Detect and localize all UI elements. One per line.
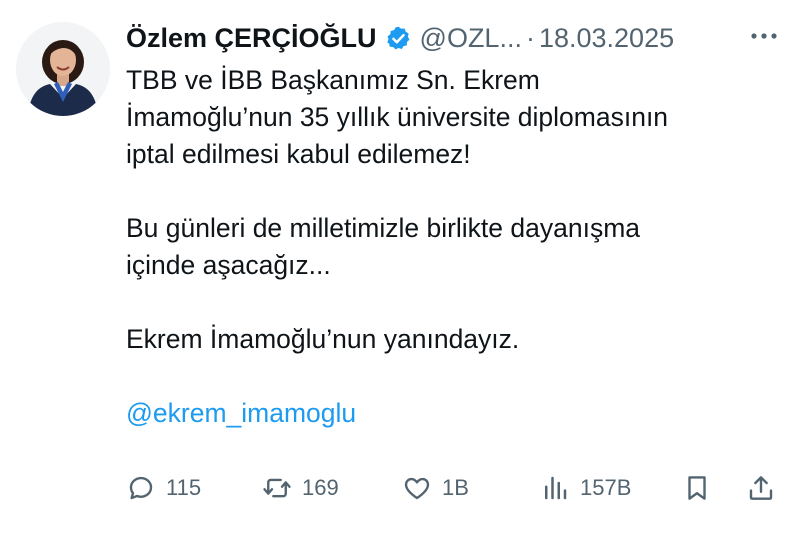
- retweet-button[interactable]: 169: [262, 468, 339, 508]
- tweet-line: İmamoğlu’nun 35 yıllık üniversite diplom…: [126, 102, 669, 132]
- reply-button[interactable]: 115: [126, 468, 201, 508]
- share-button[interactable]: [746, 468, 776, 508]
- separator-dot: ·: [525, 22, 535, 53]
- views-icon: [540, 473, 570, 503]
- tweet-line: Bu günleri de milletimizle birlikte daya…: [126, 213, 641, 243]
- share-icon: [746, 473, 776, 503]
- avatar[interactable]: [16, 22, 110, 116]
- bookmark-button[interactable]: [682, 468, 712, 508]
- retweet-count: 169: [302, 475, 339, 500]
- tweet-date[interactable]: 18.03.2025: [539, 23, 674, 54]
- retweet-icon: [262, 473, 292, 503]
- tweet-header: Özlem ÇERÇİOĞLU @OZL... · 18.03.2025: [126, 18, 674, 58]
- tweet-card: Özlem ÇERÇİOĞLU @OZL... · 18.03.2025 TBB…: [0, 0, 800, 551]
- action-bar: 115 169 1B 157B: [126, 468, 786, 508]
- author-name[interactable]: Özlem ÇERÇİOĞLU: [126, 23, 377, 54]
- tweet-line: TBB ve İBB Başkanımız Sn. Ekrem: [126, 65, 540, 95]
- reply-icon: [126, 473, 156, 503]
- tweet-text: TBB ve İBB Başkanımız Sn. Ekrem İmamoğlu…: [126, 62, 776, 432]
- tweet-line: içinde aşacağız...: [126, 250, 331, 280]
- mention-link[interactable]: @ekrem_imamoglu: [126, 398, 356, 428]
- like-button[interactable]: 1B: [402, 468, 469, 508]
- author-handle[interactable]: @OZL...: [420, 23, 522, 54]
- like-icon: [402, 473, 432, 503]
- tweet-line: iptal edilmesi kabul edilemez!: [126, 139, 471, 169]
- bookmark-icon: [682, 473, 712, 503]
- verified-badge-icon: [385, 25, 412, 52]
- like-count: 1B: [442, 475, 469, 500]
- views-button[interactable]: 157B: [540, 468, 631, 508]
- tweet-line: Ekrem İmamoğlu’nun yanındayız.: [126, 324, 520, 354]
- more-options-icon[interactable]: [746, 24, 782, 48]
- reply-count: 115: [166, 475, 202, 500]
- views-count: 157B: [580, 475, 632, 500]
